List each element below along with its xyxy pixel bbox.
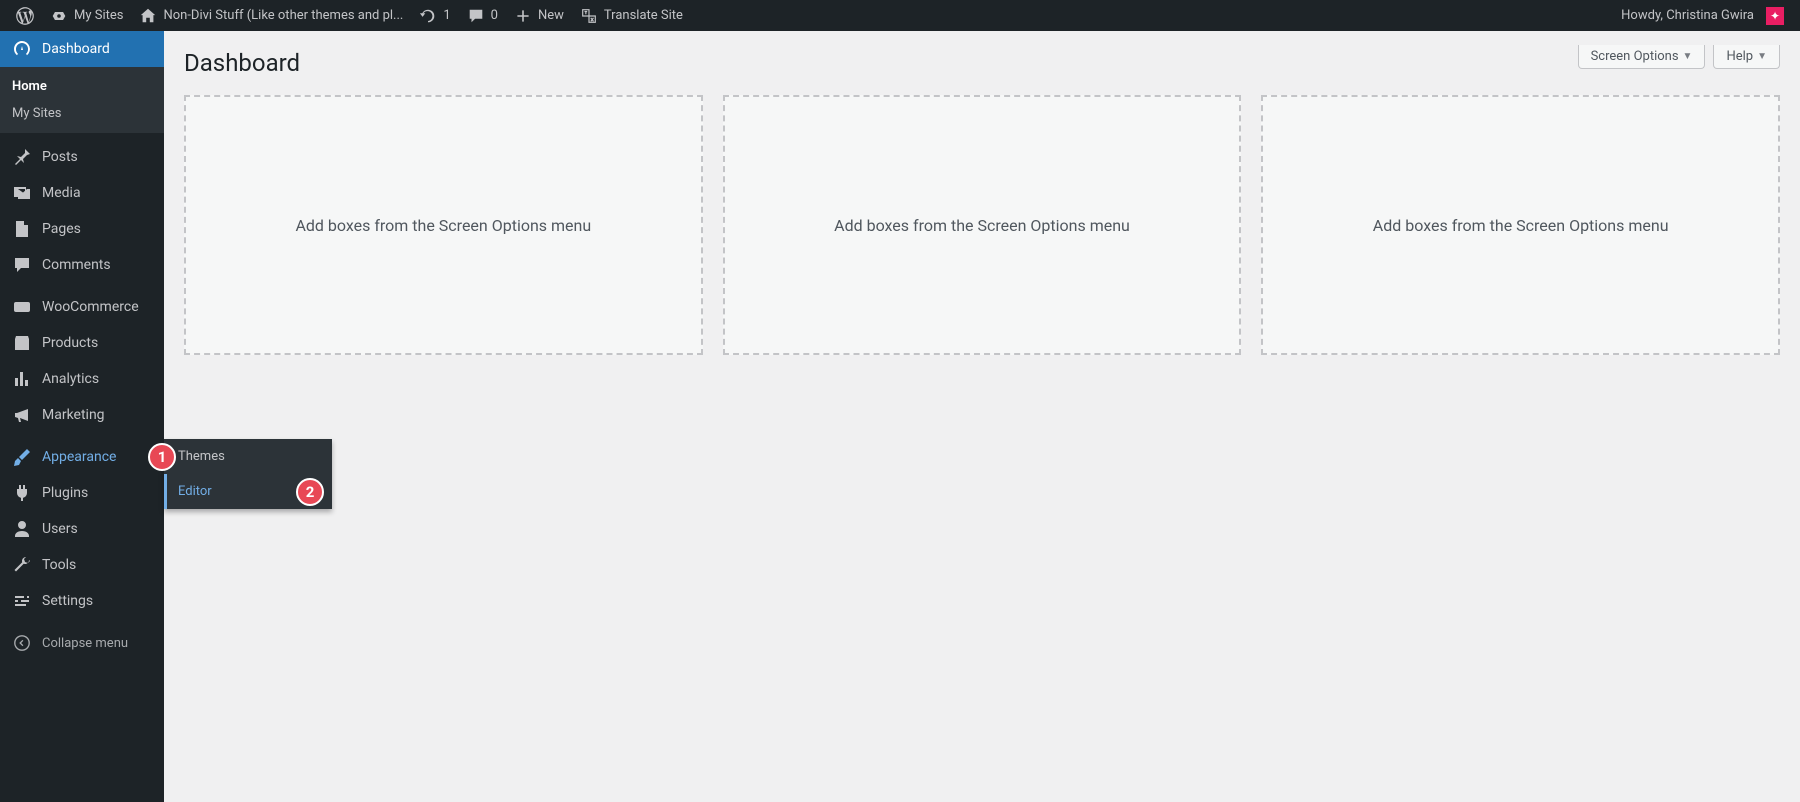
sidebar-item-posts[interactable]: Posts [0,139,164,175]
sidebar-media-label: Media [42,185,81,201]
admin-sidebar: Dashboard Home My Sites Posts Media Page… [0,31,164,802]
plug-icon [12,483,32,503]
pin-icon [12,147,32,167]
dashboard-widgets: Add boxes from the Screen Options menu A… [184,95,1780,355]
content-header: Dashboard Screen Options ▼ Help ▼ [184,45,1780,95]
adminbar-translate-label: Translate Site [604,8,683,23]
brush-icon [12,447,32,467]
sidebar-item-analytics[interactable]: Analytics [0,361,164,397]
page-title: Dashboard [184,45,300,95]
sidebar-item-plugins[interactable]: Plugins [0,475,164,511]
chevron-down-icon: ▼ [1683,51,1693,62]
sidebar-tools-label: Tools [42,557,76,573]
adminbar-sitename[interactable]: Non-Divi Stuff (Like other themes and pl… [131,0,411,31]
sidebar-products-label: Products [42,335,98,351]
sidebar-item-pages[interactable]: Pages [0,211,164,247]
annotation-badge-2: 2 [296,478,324,506]
app-body: Dashboard Home My Sites Posts Media Page… [0,31,1800,802]
wp-logo[interactable] [8,0,42,31]
sidebar-appearance-label: Appearance [42,449,116,465]
dashboard-column-1: Add boxes from the Screen Options menu [184,95,703,355]
sidebar-item-media[interactable]: Media [0,175,164,211]
sidebar-subitem-home[interactable]: Home [0,73,164,100]
dashboard-placeholder-text: Add boxes from the Screen Options menu [1373,216,1669,235]
dashboard-placeholder-text: Add boxes from the Screen Options menu [295,216,591,235]
wordpress-icon [16,7,34,25]
analytics-icon [12,369,32,389]
adminbar-mysites-label: My Sites [74,8,123,23]
admin-bar-left: My Sites Non-Divi Stuff (Like other them… [8,0,691,31]
sidebar-item-appearance[interactable]: Appearance 1 Themes Editor 2 [0,439,164,475]
sidebar-item-dashboard[interactable]: Dashboard [0,31,164,67]
adminbar-sitename-label: Non-Divi Stuff (Like other themes and pl… [163,8,403,23]
sidebar-settings-label: Settings [42,593,93,609]
home-icon [139,7,157,25]
screen-toggles: Screen Options ▼ Help ▼ [1578,45,1780,69]
help-label: Help [1726,49,1753,64]
sidebar-comments-label: Comments [42,257,111,273]
sidebar-posts-label: Posts [42,149,78,165]
products-icon [12,333,32,353]
megaphone-icon [12,405,32,425]
adminbar-mysites[interactable]: My Sites [42,0,131,31]
chevron-down-icon: ▼ [1757,51,1767,62]
comment-icon [467,7,485,25]
sidebar-item-products[interactable]: Products [0,325,164,361]
network-icon [50,7,68,25]
sidebar-dashboard-label: Dashboard [42,41,110,57]
sidebar-item-comments[interactable]: Comments [0,247,164,283]
adminbar-updates-count: 1 [443,8,450,23]
sidebar-submenu-dashboard: Home My Sites [0,67,164,133]
dashboard-column-2: Add boxes from the Screen Options menu [723,95,1242,355]
sidebar-item-woocommerce[interactable]: WooCommerce [0,289,164,325]
page-icon [12,219,32,239]
wrench-icon [12,555,32,575]
avatar-icon: ✦ [1766,7,1784,25]
sidebar-analytics-label: Analytics [42,371,99,387]
media-icon [12,183,32,203]
collapse-icon [12,633,32,653]
adminbar-comments-count: 0 [491,8,498,23]
adminbar-new[interactable]: New [506,0,572,31]
sidebar-item-users[interactable]: Users [0,511,164,547]
adminbar-account[interactable]: Howdy, Christina Gwira ✦ [1613,0,1792,31]
dashboard-placeholder-text: Add boxes from the Screen Options menu [834,216,1130,235]
help-button[interactable]: Help ▼ [1713,45,1780,69]
sidebar-marketing-label: Marketing [42,407,105,423]
sidebar-woocommerce-label: WooCommerce [42,299,139,315]
admin-bar: My Sites Non-Divi Stuff (Like other them… [0,0,1800,31]
sidebar-item-tools[interactable]: Tools [0,547,164,583]
user-icon [12,519,32,539]
admin-bar-right: Howdy, Christina Gwira ✦ [1613,0,1792,31]
main-content: Dashboard Screen Options ▼ Help ▼ Add bo… [164,31,1800,802]
sidebar-users-label: Users [42,521,78,537]
plus-icon [514,7,532,25]
adminbar-comments[interactable]: 0 [459,0,506,31]
sidebar-item-marketing[interactable]: Marketing [0,397,164,433]
adminbar-howdy-label: Howdy, Christina Gwira [1621,8,1754,23]
dashboard-icon [12,39,32,59]
comments-icon [12,255,32,275]
annotation-badge-1: 1 [148,443,176,471]
adminbar-translate[interactable]: Translate Site [572,0,691,31]
woocommerce-icon [12,297,32,317]
sidebar-collapse-label: Collapse menu [42,636,128,651]
screen-options-label: Screen Options [1591,49,1679,64]
sidebar-item-settings[interactable]: Settings [0,583,164,619]
sidebar-pages-label: Pages [42,221,81,237]
dashboard-column-3: Add boxes from the Screen Options menu [1261,95,1780,355]
adminbar-updates[interactable]: 1 [411,0,458,31]
sidebar-collapse[interactable]: Collapse menu [0,625,164,661]
sidebar-subitem-mysites[interactable]: My Sites [0,100,164,127]
screen-options-button[interactable]: Screen Options ▼ [1578,45,1706,69]
translate-icon [580,7,598,25]
sidebar-plugins-label: Plugins [42,485,88,501]
sliders-icon [12,591,32,611]
adminbar-new-label: New [538,8,564,23]
refresh-icon [419,7,437,25]
